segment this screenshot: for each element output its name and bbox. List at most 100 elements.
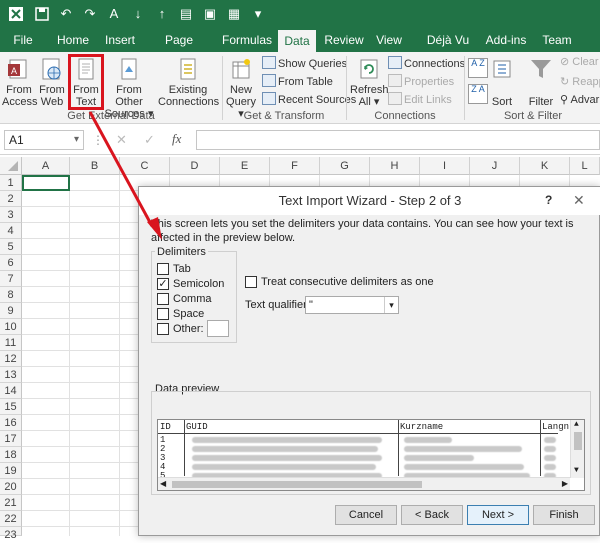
sort-az-button[interactable]: A Z	[468, 58, 488, 78]
tab-page-layout[interactable]: Page Layout	[146, 28, 212, 71]
selected-cell[interactable]	[22, 175, 70, 191]
scroll-down-icon[interactable]: ▼	[574, 466, 579, 475]
row-header[interactable]: 15	[0, 399, 22, 415]
row-header[interactable]: 8	[0, 287, 22, 303]
tab-deja-vu[interactable]: Déjà Vu X3	[418, 28, 478, 71]
from-access-button[interactable]: A From Access	[2, 56, 37, 108]
recent-sources-button[interactable]: Recent Sources	[262, 92, 356, 108]
next-button[interactable]: Next >	[467, 505, 529, 525]
other-checkbox[interactable]	[157, 323, 169, 335]
scroll-left-icon[interactable]: ◀	[160, 479, 166, 489]
scroll-up-icon[interactable]: ▲	[574, 420, 579, 429]
tab-team[interactable]: Team	[538, 28, 576, 52]
edit-links-button[interactable]: Edit Links	[388, 92, 452, 108]
insert-function-icon[interactable]: fx	[172, 131, 181, 147]
table-icon[interactable]: ▦	[226, 6, 242, 22]
consecutive-delimiters-checkbox[interactable]	[245, 276, 257, 288]
row-header[interactable]: 21	[0, 495, 22, 511]
camera-icon[interactable]: ▣	[202, 6, 218, 22]
row-header[interactable]: 13	[0, 367, 22, 383]
column-header[interactable]: K	[520, 157, 570, 175]
row-header[interactable]: 6	[0, 255, 22, 271]
tab-view[interactable]: View	[372, 28, 406, 52]
existing-connections-button[interactable]: Existing Connections	[158, 56, 219, 108]
column-header[interactable]: A	[22, 157, 70, 175]
from-table-button[interactable]: From Table	[262, 74, 333, 90]
cancel-button[interactable]: Cancel	[335, 505, 397, 525]
tab-checkbox[interactable]	[157, 263, 169, 275]
column-header[interactable]: G	[320, 157, 370, 175]
cancel-entry-icon[interactable]: ✕	[116, 132, 127, 148]
tab-home[interactable]: Home	[52, 28, 94, 52]
tab-insert[interactable]: Insert	[100, 28, 140, 52]
column-header[interactable]: J	[470, 157, 520, 175]
name-box[interactable]: A1 ▾	[4, 130, 84, 150]
help-icon[interactable]: ?	[545, 193, 552, 207]
confirm-entry-icon[interactable]: ✓	[144, 132, 155, 148]
tab-add-ins[interactable]: Add-ins	[484, 28, 528, 52]
column-header[interactable]: L	[570, 157, 600, 175]
redo-icon[interactable]: ↷	[82, 6, 98, 22]
column-header[interactable]: B	[70, 157, 120, 175]
finish-button[interactable]: Finish	[533, 505, 595, 525]
text-qualifier-select[interactable]: " ▾	[305, 296, 399, 314]
row-header[interactable]: 11	[0, 335, 22, 351]
comma-checkbox[interactable]	[157, 293, 169, 305]
row-header[interactable]: 18	[0, 447, 22, 463]
sort-descending-icon[interactable]: ↑	[154, 6, 170, 22]
formula-input[interactable]	[196, 130, 600, 150]
font-icon[interactable]: A	[106, 6, 122, 22]
row-header[interactable]: 4	[0, 223, 22, 239]
tab-data[interactable]: Data	[278, 30, 316, 52]
column-header[interactable]: I	[420, 157, 470, 175]
row-header[interactable]: 10	[0, 319, 22, 335]
column-header[interactable]: H	[370, 157, 420, 175]
row-header[interactable]: 7	[0, 271, 22, 287]
space-checkbox[interactable]	[157, 308, 169, 320]
column-header[interactable]: C	[120, 157, 170, 175]
row-header[interactable]: 12	[0, 351, 22, 367]
customize-qat-icon[interactable]: ▾	[250, 6, 266, 22]
tab-review[interactable]: Review	[324, 28, 364, 52]
preview-horizontal-scrollbar[interactable]: ◀ ▶	[158, 477, 570, 490]
clear-button[interactable]: ⊘ Clear	[560, 54, 599, 70]
row-header[interactable]: 17	[0, 431, 22, 447]
row-header[interactable]: 1	[0, 175, 22, 191]
column-header[interactable]: E	[220, 157, 270, 175]
scrollbar-thumb[interactable]	[172, 481, 422, 488]
connections-button[interactable]: Connections	[388, 56, 465, 72]
sort-za-button[interactable]: Z A	[468, 84, 488, 104]
save-icon[interactable]	[34, 6, 50, 22]
row-header[interactable]: 19	[0, 463, 22, 479]
tab-formulas[interactable]: Formulas	[220, 28, 274, 52]
sort-button[interactable]: Sort	[490, 56, 514, 108]
data-preview-box[interactable]: ID GUID Kurzname Langn 1 2 3 4 5 ▲ ▼ ◀ ▶	[157, 419, 585, 491]
refresh-all-button[interactable]: Refresh All ▾	[350, 56, 389, 108]
show-queries-button[interactable]: Show Queries	[262, 56, 347, 72]
sort-ascending-icon[interactable]: ↓	[130, 6, 146, 22]
semicolon-checkbox[interactable]: ✓	[157, 278, 169, 290]
row-header[interactable]: 20	[0, 479, 22, 495]
row-header[interactable]: 2	[0, 191, 22, 207]
properties-button[interactable]: Properties	[388, 74, 454, 90]
column-header[interactable]: D	[170, 157, 220, 175]
row-header[interactable]: 3	[0, 207, 22, 223]
column-header[interactable]: F	[270, 157, 320, 175]
row-header[interactable]: 9	[0, 303, 22, 319]
row-header[interactable]: 23	[0, 527, 22, 541]
filter-button[interactable]: Filter	[526, 56, 556, 108]
back-button[interactable]: < Back	[401, 505, 463, 525]
scroll-right-icon[interactable]: ▶	[562, 479, 568, 489]
scrollbar-thumb[interactable]	[574, 432, 582, 450]
reapply-button[interactable]: ↻ Reapp	[560, 74, 600, 90]
row-header[interactable]: 22	[0, 511, 22, 527]
undo-icon[interactable]: ↶	[58, 6, 74, 22]
row-header[interactable]: 5	[0, 239, 22, 255]
tab-file[interactable]: File	[6, 28, 40, 52]
select-all-corner[interactable]	[0, 157, 22, 175]
row-header[interactable]: 16	[0, 415, 22, 431]
preview-vertical-scrollbar[interactable]: ▲ ▼	[570, 420, 584, 478]
from-web-button[interactable]: From Web	[36, 56, 68, 108]
advanced-button[interactable]: ⚲ Advar	[560, 92, 599, 108]
other-delimiter-input[interactable]	[207, 320, 229, 337]
